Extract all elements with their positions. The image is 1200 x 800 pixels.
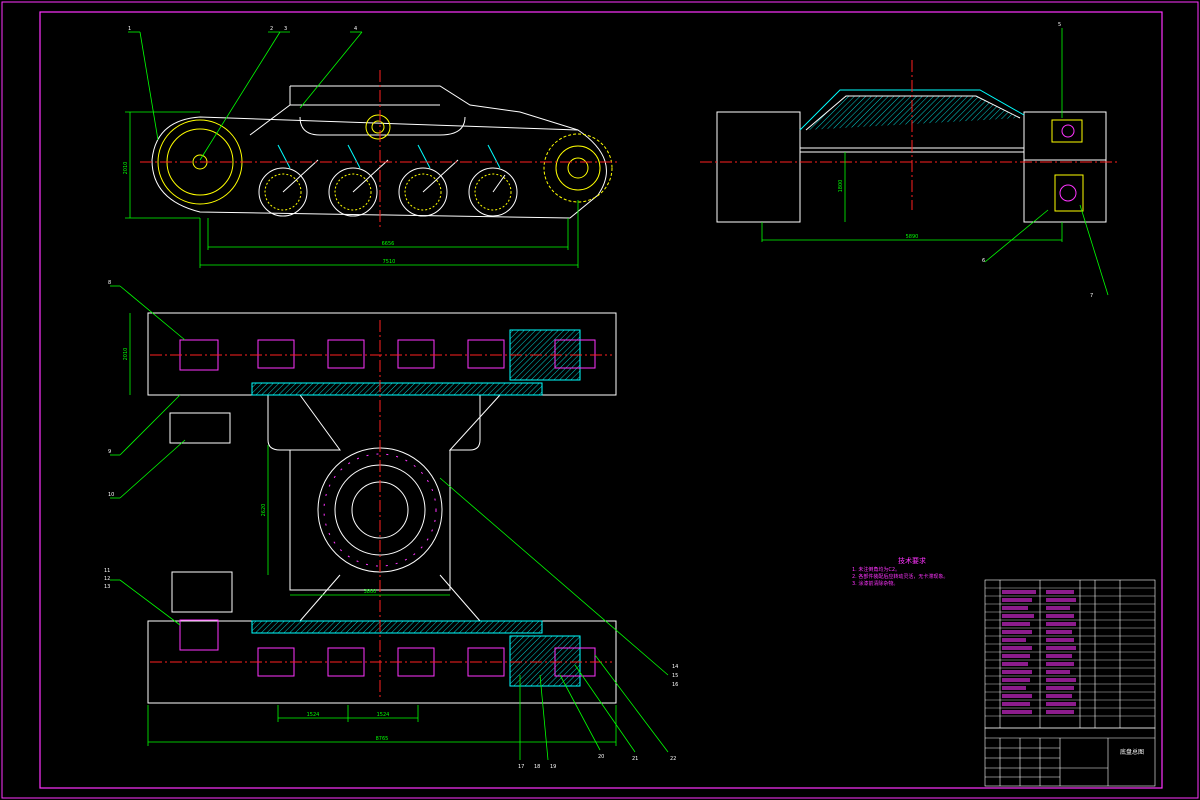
balloon-4: 4 — [354, 26, 357, 32]
dim-plan-width: 2010 — [123, 348, 129, 361]
balloon-16: 16 — [672, 682, 678, 688]
balloon-17: 17 — [518, 764, 524, 770]
dim-side-inner-length: 6656 — [382, 241, 395, 247]
balloon-5: 5 — [1058, 22, 1061, 28]
road-wheels — [258, 144, 518, 217]
technical-notes-title: 技术要求 — [898, 557, 926, 565]
balloon-11: 11 — [104, 568, 110, 574]
cad-drawing: 2010 6656 7510 1 2 3 4 1800 5890 5 6 7 2… — [1, 1, 1199, 799]
balloon-21: 21 — [632, 756, 638, 762]
dim-plan-overall-length: 8765 — [376, 736, 389, 742]
balloon-22: 22 — [670, 756, 676, 762]
balloon-1: 1 — [128, 26, 131, 32]
side-view-leaders — [128, 31, 363, 161]
technical-note-line: 1. 未注倒角均为C2。 — [852, 567, 901, 573]
balloon-9: 9 — [108, 449, 111, 455]
dim-right-height: 1800 — [838, 180, 844, 193]
right-view — [700, 60, 1120, 223]
plan-view-dim-text: 2010 2620 3800 1524 1524 8765 — [123, 348, 389, 742]
balloon-12: 12 — [104, 576, 110, 582]
balloon-2: 2 — [270, 26, 273, 32]
balloon-8: 8 — [108, 280, 111, 286]
drawing-title: 底盘总图 — [1119, 749, 1144, 756]
dim-bay-left: 1524 — [307, 712, 320, 718]
balloon-20: 20 — [598, 754, 604, 760]
dim-center-width: 3800 — [364, 589, 377, 595]
balloon-6: 6 — [982, 258, 985, 264]
dim-right-length: 5890 — [906, 234, 919, 240]
dim-bay-right: 1524 — [377, 712, 390, 718]
plan-view — [147, 312, 617, 704]
right-view-gearbox — [1051, 119, 1084, 212]
balloon-14: 14 — [672, 664, 678, 670]
side-view-balloons: 1 2 3 4 — [128, 26, 357, 32]
technical-notes: 技术要求 1. 未注倒角均为C2。 2. 各部件装配后应转动灵活，无卡滞现象。 … — [852, 558, 972, 588]
balloon-7: 7 — [1090, 293, 1093, 299]
title-block — [984, 727, 1156, 787]
plan-view-balloons: 8 9 10 11 12 13 14 15 16 17 18 19 20 21 … — [104, 280, 678, 770]
dim-side-height: 2010 — [123, 162, 129, 175]
dim-center-height: 2620 — [261, 504, 267, 517]
balloon-3: 3 — [284, 26, 287, 32]
idler-wheel — [543, 133, 613, 203]
technical-note-line: 2. 各部件装配后应转动灵活，无卡滞现象。 — [852, 574, 949, 580]
balloon-15: 15 — [672, 673, 678, 679]
dim-side-overall-length: 7510 — [383, 259, 396, 265]
right-view-dim-text: 1800 5890 — [838, 180, 918, 240]
technical-note-line: 3. 涂漆前清除杂物。 — [852, 581, 899, 587]
plan-view-leaders — [110, 285, 669, 761]
balloon-19: 19 — [550, 764, 556, 770]
balloon-10: 10 — [108, 492, 114, 498]
balloon-13: 13 — [104, 584, 110, 590]
balloon-18: 18 — [534, 764, 540, 770]
side-view — [140, 70, 620, 230]
